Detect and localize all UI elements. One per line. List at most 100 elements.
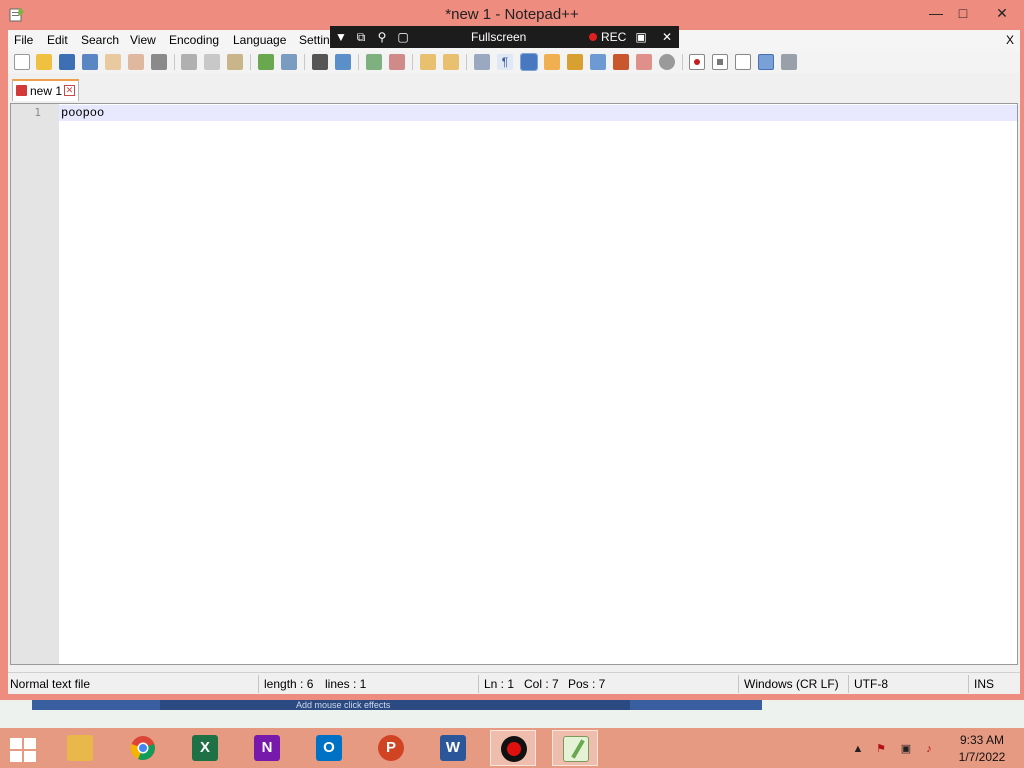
close-icon[interactable] (105, 54, 121, 70)
taskbar-powerpoint[interactable]: P (368, 730, 414, 766)
camera-icon[interactable]: ▣ (633, 29, 649, 45)
line-number-gutter: 1 (11, 104, 59, 664)
toolbar-divider (250, 54, 251, 70)
menu-edit[interactable]: Edit (47, 33, 68, 47)
screen-recorder-toolbar: ▼ ⧉ ⚲ ▢ Fullscreen REC ▣ ✕ (330, 26, 679, 48)
toolbar-divider (174, 54, 175, 70)
new-file-icon[interactable] (14, 54, 30, 70)
taskbar-excel[interactable]: X (182, 730, 228, 766)
save-all-icon[interactable] (82, 54, 98, 70)
tab-close-icon[interactable]: ✕ (64, 85, 75, 96)
recorder-icon (501, 736, 527, 762)
menu-search[interactable]: Search (81, 33, 119, 47)
close-recorder-icon[interactable]: ✕ (659, 29, 675, 45)
tab-new-1[interactable]: new 1 ✕ (12, 79, 79, 101)
close-window-button[interactable]: ✕ (987, 3, 1017, 23)
dropdown-icon[interactable]: ▼ (333, 29, 349, 45)
status-length: length : 6 (264, 677, 314, 691)
status-divider (968, 675, 969, 693)
paste-icon[interactable] (227, 54, 243, 70)
current-line-highlight (59, 105, 1017, 121)
record-dot-icon[interactable] (589, 33, 597, 41)
magnifier-icon[interactable]: ⚲ (374, 29, 390, 45)
editor-text[interactable]: poopoo (61, 106, 104, 120)
region-select-icon[interactable]: ▢ (395, 29, 411, 45)
open-file-icon[interactable] (36, 54, 52, 70)
status-insert-mode[interactable]: INS (974, 677, 994, 691)
clock-date[interactable]: 1/7/2022 (957, 750, 1007, 764)
fullscreen-label[interactable]: Fullscreen (471, 30, 526, 44)
sync-horizontal-icon[interactable] (443, 54, 459, 70)
play-macro-icon[interactable] (735, 54, 751, 70)
close-all-icon[interactable] (128, 54, 144, 70)
sync-vertical-icon[interactable] (420, 54, 436, 70)
copy-icon[interactable] (204, 54, 220, 70)
save-macro-icon[interactable] (781, 54, 797, 70)
taskbar-notepad-plus-plus[interactable] (552, 730, 598, 766)
window-mode-icon[interactable]: ⧉ (353, 29, 369, 45)
show-all-chars-icon[interactable]: ¶ (497, 54, 513, 70)
status-file-type: Normal text file (10, 677, 91, 691)
save-icon[interactable] (59, 54, 75, 70)
taskbar-outlook[interactable]: O (306, 730, 352, 766)
print-icon[interactable] (151, 54, 167, 70)
start-button[interactable] (8, 736, 38, 762)
word-wrap-icon[interactable] (474, 54, 490, 70)
taskbar-onenote[interactable]: N (244, 730, 290, 766)
taskbar-chrome[interactable] (120, 730, 166, 766)
maximize-button[interactable]: □ (948, 3, 978, 23)
zoom-in-icon[interactable] (366, 54, 382, 70)
clock-time[interactable]: 9:33 AM (957, 733, 1007, 747)
menu-view[interactable]: View (130, 33, 156, 47)
show-hidden-icons-icon[interactable]: ▲ (851, 742, 865, 756)
menu-settings[interactable]: Settin (299, 33, 330, 47)
network-icon[interactable]: ▣ (899, 742, 913, 756)
document-map-icon[interactable] (590, 54, 606, 70)
menu-language[interactable]: Language (233, 33, 286, 47)
powerpoint-icon: P (378, 735, 404, 761)
status-eol[interactable]: Windows (CR LF) (744, 677, 839, 691)
word-icon: W (440, 735, 466, 761)
stop-macro-icon[interactable] (712, 54, 728, 70)
toolbar-divider (304, 54, 305, 70)
unsaved-file-icon (16, 85, 27, 96)
cut-icon[interactable] (181, 54, 197, 70)
close-document-button[interactable]: X (1006, 33, 1014, 47)
status-encoding[interactable]: UTF-8 (854, 677, 888, 691)
run-macro-multiple-icon[interactable] (758, 54, 774, 70)
chrome-icon (130, 736, 155, 760)
taskbar: X N O P W ▲ ⚑ ▣ ♪ 9:33 AM 1/7/2022 (0, 728, 1024, 768)
taskbar-word[interactable]: W (430, 730, 476, 766)
folder-workspace-icon[interactable] (613, 54, 629, 70)
document-list-icon[interactable] (636, 54, 652, 70)
toolbar-divider (682, 54, 683, 70)
background-panel (160, 700, 630, 710)
menu-encoding[interactable]: Encoding (169, 33, 219, 47)
volume-muted-icon[interactable]: ♪ (922, 742, 936, 756)
folder-icon (67, 735, 93, 761)
status-lines: lines : 1 (325, 677, 367, 691)
user-language-icon[interactable] (544, 54, 560, 70)
function-list-icon[interactable] (567, 54, 583, 70)
status-divider (258, 675, 259, 693)
status-divider (738, 675, 739, 693)
minimize-button[interactable]: — (921, 3, 951, 23)
monitoring-icon[interactable] (659, 54, 675, 70)
redo-icon[interactable] (281, 54, 297, 70)
text-editor[interactable]: 1 poopoo (10, 103, 1018, 665)
record-macro-icon[interactable] (689, 54, 705, 70)
undo-icon[interactable] (258, 54, 274, 70)
indent-guide-icon[interactable] (520, 53, 538, 71)
background-window: Add mouse click effects (0, 700, 1024, 730)
notepad-plus-plus-icon (563, 736, 589, 762)
taskbar-screen-recorder[interactable] (490, 730, 536, 766)
find-icon[interactable] (312, 54, 328, 70)
toolbar-divider (466, 54, 467, 70)
replace-icon[interactable] (335, 54, 351, 70)
menu-file[interactable]: File (14, 33, 33, 47)
rec-label[interactable]: REC (601, 30, 626, 44)
taskbar-file-explorer[interactable] (57, 730, 103, 766)
zoom-out-icon[interactable] (389, 54, 405, 70)
action-center-flag-icon[interactable]: ⚑ (874, 742, 888, 756)
window-title: *new 1 - Notepad++ (445, 6, 579, 23)
